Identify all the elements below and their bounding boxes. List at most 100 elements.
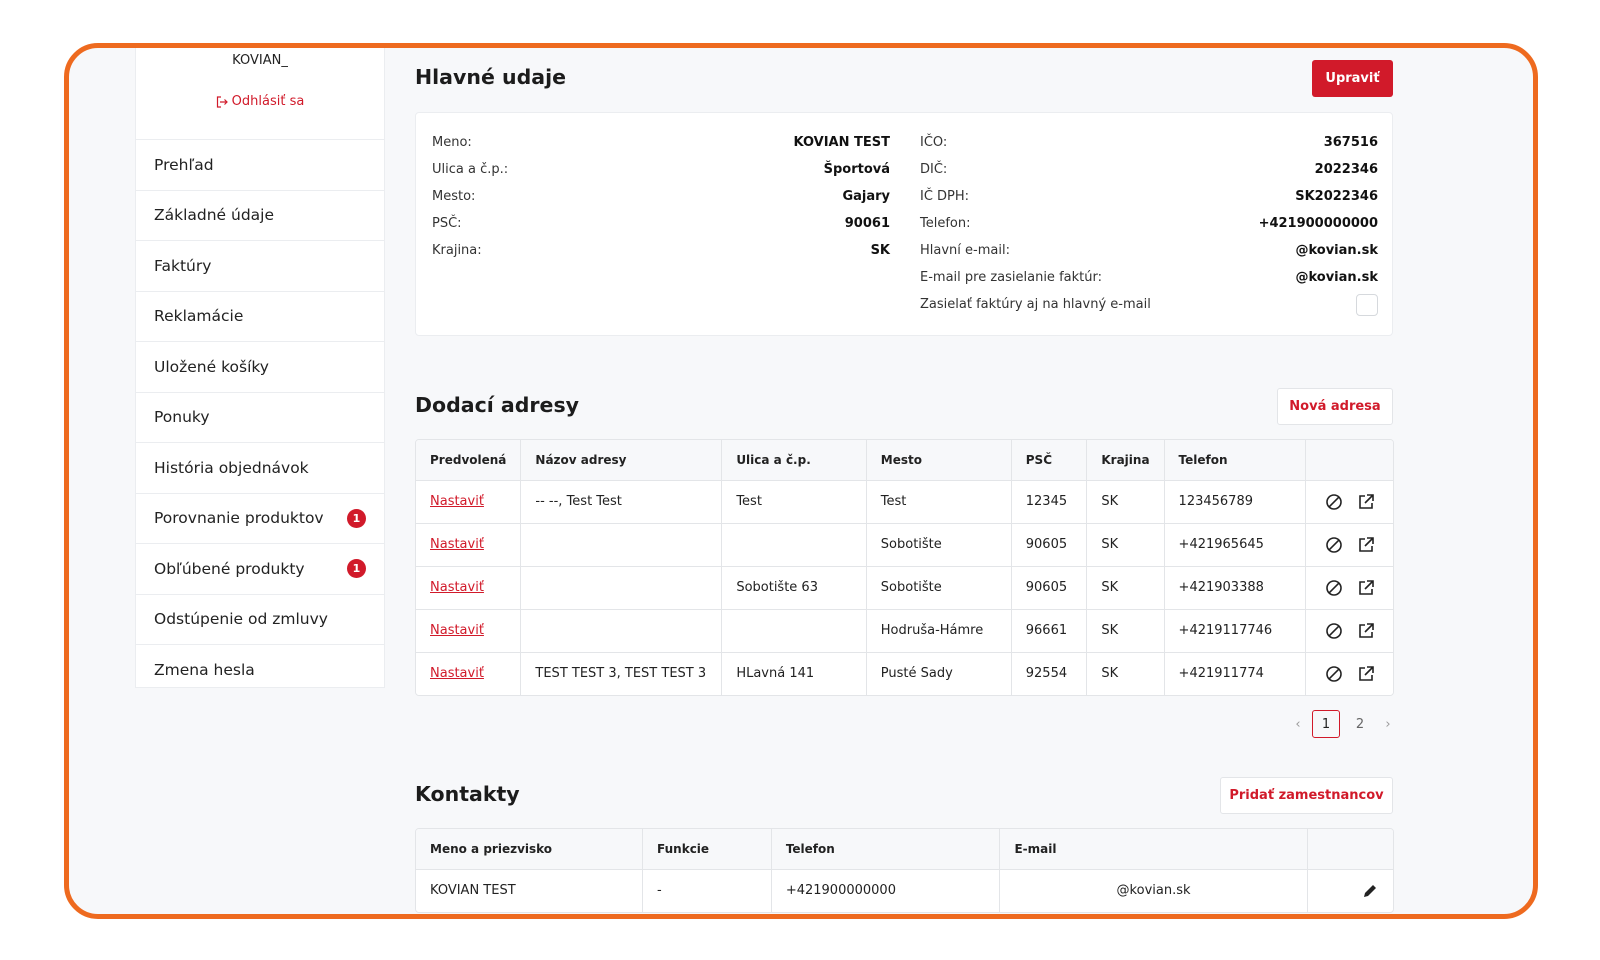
sidebar-item[interactable]: Prehľad <box>136 140 384 191</box>
set-default-link[interactable]: Nastaviť <box>430 494 484 509</box>
open-edit-icon[interactable] <box>1357 579 1375 597</box>
column-header: E-mail <box>999 829 1308 870</box>
cell-name <box>520 523 723 567</box>
sidebar-item-label: Prehľad <box>154 155 214 174</box>
sidebar-item[interactable]: Reklamácie <box>136 292 384 342</box>
column-header: Meno a priezvisko <box>416 829 644 870</box>
disable-icon[interactable] <box>1325 536 1343 554</box>
set-default-link[interactable]: Nastaviť <box>430 623 484 638</box>
cell-function: - <box>642 869 772 912</box>
sidebar-item[interactable]: Uložené košíky <box>136 342 384 393</box>
logout-link[interactable]: Odhlásiť sa <box>216 94 305 109</box>
cell-name: KOVIAN TEST <box>416 869 644 912</box>
sidebar-item[interactable]: Odstúpenie od zmluvy <box>136 595 384 645</box>
cell-phone: +421900000000 <box>771 869 1001 912</box>
disable-icon[interactable] <box>1325 622 1343 640</box>
pencil-icon[interactable] <box>1361 882 1379 900</box>
username: KOVIAN_ <box>232 53 288 68</box>
set-default-link[interactable]: Nastaviť <box>430 537 484 552</box>
prev-page-icon[interactable]: ‹ <box>1290 710 1306 738</box>
disable-icon[interactable] <box>1325 493 1343 511</box>
cell-city: Pusté Sady <box>866 652 1012 695</box>
info-value: Gajary <box>842 188 890 204</box>
table-row: KOVIAN TEST - +421900000000 @kovian.sk <box>416 869 1393 912</box>
count-badge: 1 <box>347 508 366 528</box>
sidebar-item[interactable]: Faktúry <box>136 241 384 292</box>
info-value: 367516 <box>1323 134 1378 150</box>
info-value: +421900000000 <box>1258 215 1378 231</box>
row-actions <box>1322 882 1379 900</box>
info-label: IČ DPH: <box>920 188 970 204</box>
send-also-checkbox[interactable] <box>1356 294 1378 316</box>
open-edit-icon[interactable] <box>1357 665 1375 683</box>
sidebar-item-label: Zmena hesla <box>154 661 255 680</box>
sidebar-item[interactable]: Obľúbené produkty 1 <box>136 544 384 595</box>
cell-actions <box>1305 523 1393 567</box>
info-label: Hlavní e-mail: <box>920 242 1010 258</box>
logout-label: Odhlásiť sa <box>231 94 305 109</box>
info-row: E-mail pre zasielanie faktúr: @kovian.sk <box>920 267 1378 287</box>
disable-icon[interactable] <box>1325 665 1343 683</box>
sidebar-item[interactable]: Ponuky <box>136 393 384 443</box>
cell-default: Nastaviť <box>416 566 522 610</box>
cell-default: Nastaviť <box>416 609 522 653</box>
sidebar-item-label: Reklamácie <box>154 307 244 326</box>
open-edit-icon[interactable] <box>1357 622 1375 640</box>
set-default-link[interactable]: Nastaviť <box>430 666 484 681</box>
sidebar-item[interactable]: Zmena hesla <box>136 645 384 696</box>
table-row: Nastaviť TEST TEST 3, TEST TEST 3 HLavná 1… <box>416 652 1393 695</box>
cell-actions <box>1305 566 1393 610</box>
table-row: Nastaviť Sobotište 90605 SK +421965645 <box>416 523 1393 567</box>
cell-country: SK <box>1086 652 1165 695</box>
cell-phone: +4219117746 <box>1164 609 1307 653</box>
set-default-link[interactable]: Nastaviť <box>430 580 484 595</box>
info-value: KOVIAN TEST <box>793 134 890 150</box>
edit-button[interactable]: Upraviť <box>1312 60 1393 97</box>
main-info-card: Meno: KOVIAN TEST Ulica a č.p.: Športová Mes… <box>415 112 1393 336</box>
addresses-table: Predvolená Názov adresy Ulica a č.p. Mesto P… <box>416 440 1393 695</box>
cell-city: Test <box>866 480 1012 524</box>
info-row: DIČ: 2022346 <box>920 159 1378 179</box>
cell-actions <box>1305 609 1393 653</box>
row-actions <box>1320 493 1379 511</box>
table-row: Nastaviť -- --, Test Test Test Test 12345 SK 1… <box>416 480 1393 524</box>
cell-phone: 123456789 <box>1164 480 1307 524</box>
info-row: Hlavní e-mail: @kovian.sk <box>920 240 1378 260</box>
table-row: Nastaviť Hodruša-Hámre 96661 SK +4219117746 <box>416 609 1393 653</box>
contacts-table: Meno a priezvisko Funkcie Telefon E-mail KO… <box>416 829 1393 912</box>
page-2[interactable]: 2 <box>1346 710 1374 738</box>
cell-default: Nastaviť <box>416 652 522 695</box>
sidebar-item-label: Ponuky <box>154 408 210 427</box>
add-employees-button[interactable]: Pridať zamestnancov <box>1220 777 1393 814</box>
count-badge: 1 <box>347 559 366 579</box>
row-actions <box>1320 622 1379 640</box>
new-address-button[interactable]: Nová adresa <box>1277 388 1393 425</box>
open-edit-icon[interactable] <box>1357 493 1375 511</box>
sidebar-item-label: Obľúbené produkty <box>154 559 305 578</box>
cell-zip: 90605 <box>1011 566 1088 610</box>
disable-icon[interactable] <box>1325 579 1343 597</box>
row-actions <box>1320 536 1379 554</box>
info-label: Meno: <box>432 134 472 150</box>
page-1[interactable]: 1 <box>1312 710 1340 738</box>
column-header: Názov adresy <box>520 440 723 481</box>
main-info-title: Hlavné udaje <box>415 65 567 89</box>
pagination: ‹ 1 2 › <box>1290 710 1396 738</box>
addresses-table-wrap: Predvolená Názov adresy Ulica a č.p. Mesto P… <box>415 439 1394 696</box>
info-row: Krajina: SK <box>432 240 890 260</box>
sidebar-item[interactable]: Základné údaje <box>136 191 384 241</box>
cell-street: HLavná 141 <box>721 652 867 695</box>
cell-email: @kovian.sk <box>999 869 1308 912</box>
column-header: Krajina <box>1086 440 1165 481</box>
open-edit-icon[interactable] <box>1357 536 1375 554</box>
cell-city: Sobotište <box>866 523 1012 567</box>
sidebar-item[interactable]: Porovnanie produktov 1 <box>136 494 384 544</box>
sidebar-item[interactable]: História objednávok <box>136 443 384 494</box>
info-value: SK2022346 <box>1295 188 1378 204</box>
column-header <box>1307 829 1393 870</box>
next-page-icon[interactable]: › <box>1380 710 1396 738</box>
info-label: Mesto: <box>432 188 476 204</box>
cell-zip: 92554 <box>1011 652 1088 695</box>
info-row: Mesto: Gajary <box>432 186 890 206</box>
cell-zip: 12345 <box>1011 480 1088 524</box>
